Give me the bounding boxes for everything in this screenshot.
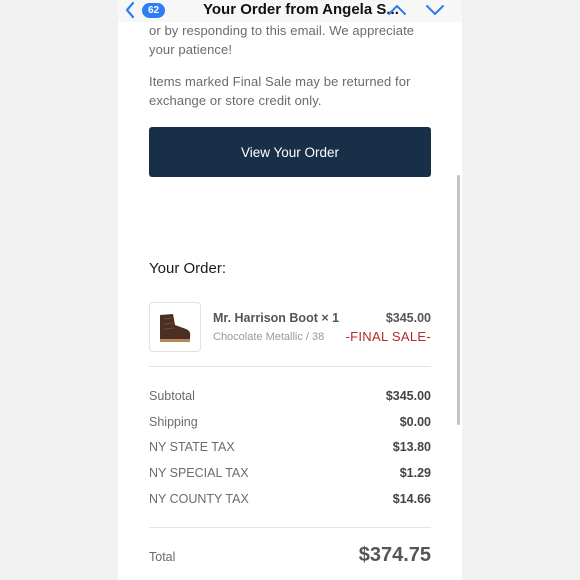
divider — [149, 527, 431, 528]
chevron-up-icon — [386, 5, 408, 24]
summary-value-special-tax: $1.29 — [399, 466, 431, 480]
unread-count-badge: 62 — [142, 2, 166, 18]
final-sale-policy-line: Items marked Final Sale may be returned … — [149, 74, 411, 89]
summary-value-shipping: $0.00 — [399, 415, 431, 429]
final-sale-policy-line: exchange or store credit only. — [149, 93, 322, 108]
email-subject-title: Your Order from Angela S... — [203, 1, 399, 18]
body-text-line: your patience! — [149, 42, 233, 57]
summary-label-shipping: Shipping — [149, 415, 198, 429]
item-price: $345.00 — [385, 311, 431, 325]
back-button[interactable]: 62 — [124, 0, 166, 20]
item-name: Mr. Harrison Boot × 1 — [213, 311, 340, 325]
summary-label-special-tax: NY SPECIAL TAX — [149, 466, 249, 480]
your-order-heading: Your Order: — [149, 260, 226, 277]
scrollbar[interactable] — [457, 175, 460, 425]
item-variant: Chocolate Metallic / 38 — [213, 331, 325, 343]
summary-value-subtotal: $345.00 — [385, 389, 431, 403]
total-label: Total — [149, 550, 176, 564]
background-right — [462, 0, 580, 580]
summary-label-state-tax: NY STATE TAX — [149, 440, 235, 454]
chevron-down-icon — [424, 5, 446, 24]
view-your-order-button[interactable]: View Your Order — [149, 127, 431, 177]
body-text-line: or by responding to this email. We appre… — [149, 23, 415, 38]
product-thumbnail[interactable] — [149, 302, 201, 352]
chevron-left-icon — [124, 0, 140, 20]
summary-label-subtotal: Subtotal — [149, 389, 195, 403]
next-message-button[interactable] — [424, 0, 446, 20]
divider — [149, 366, 431, 367]
summary-value-county-tax: $14.66 — [392, 492, 431, 506]
background-left — [0, 0, 118, 580]
previous-message-button[interactable] — [386, 0, 408, 20]
mail-navbar: 62 Your Order from Angela S... — [118, 0, 462, 22]
final-sale-label: -FINAL SALE- — [345, 329, 431, 344]
email-view: 62 Your Order from Angela S... or by res… — [118, 0, 462, 580]
summary-label-county-tax: NY COUNTY TAX — [149, 492, 249, 506]
boot-icon — [150, 314, 200, 355]
total-value: $374.75 — [358, 544, 431, 566]
summary-value-state-tax: $13.80 — [392, 440, 431, 454]
